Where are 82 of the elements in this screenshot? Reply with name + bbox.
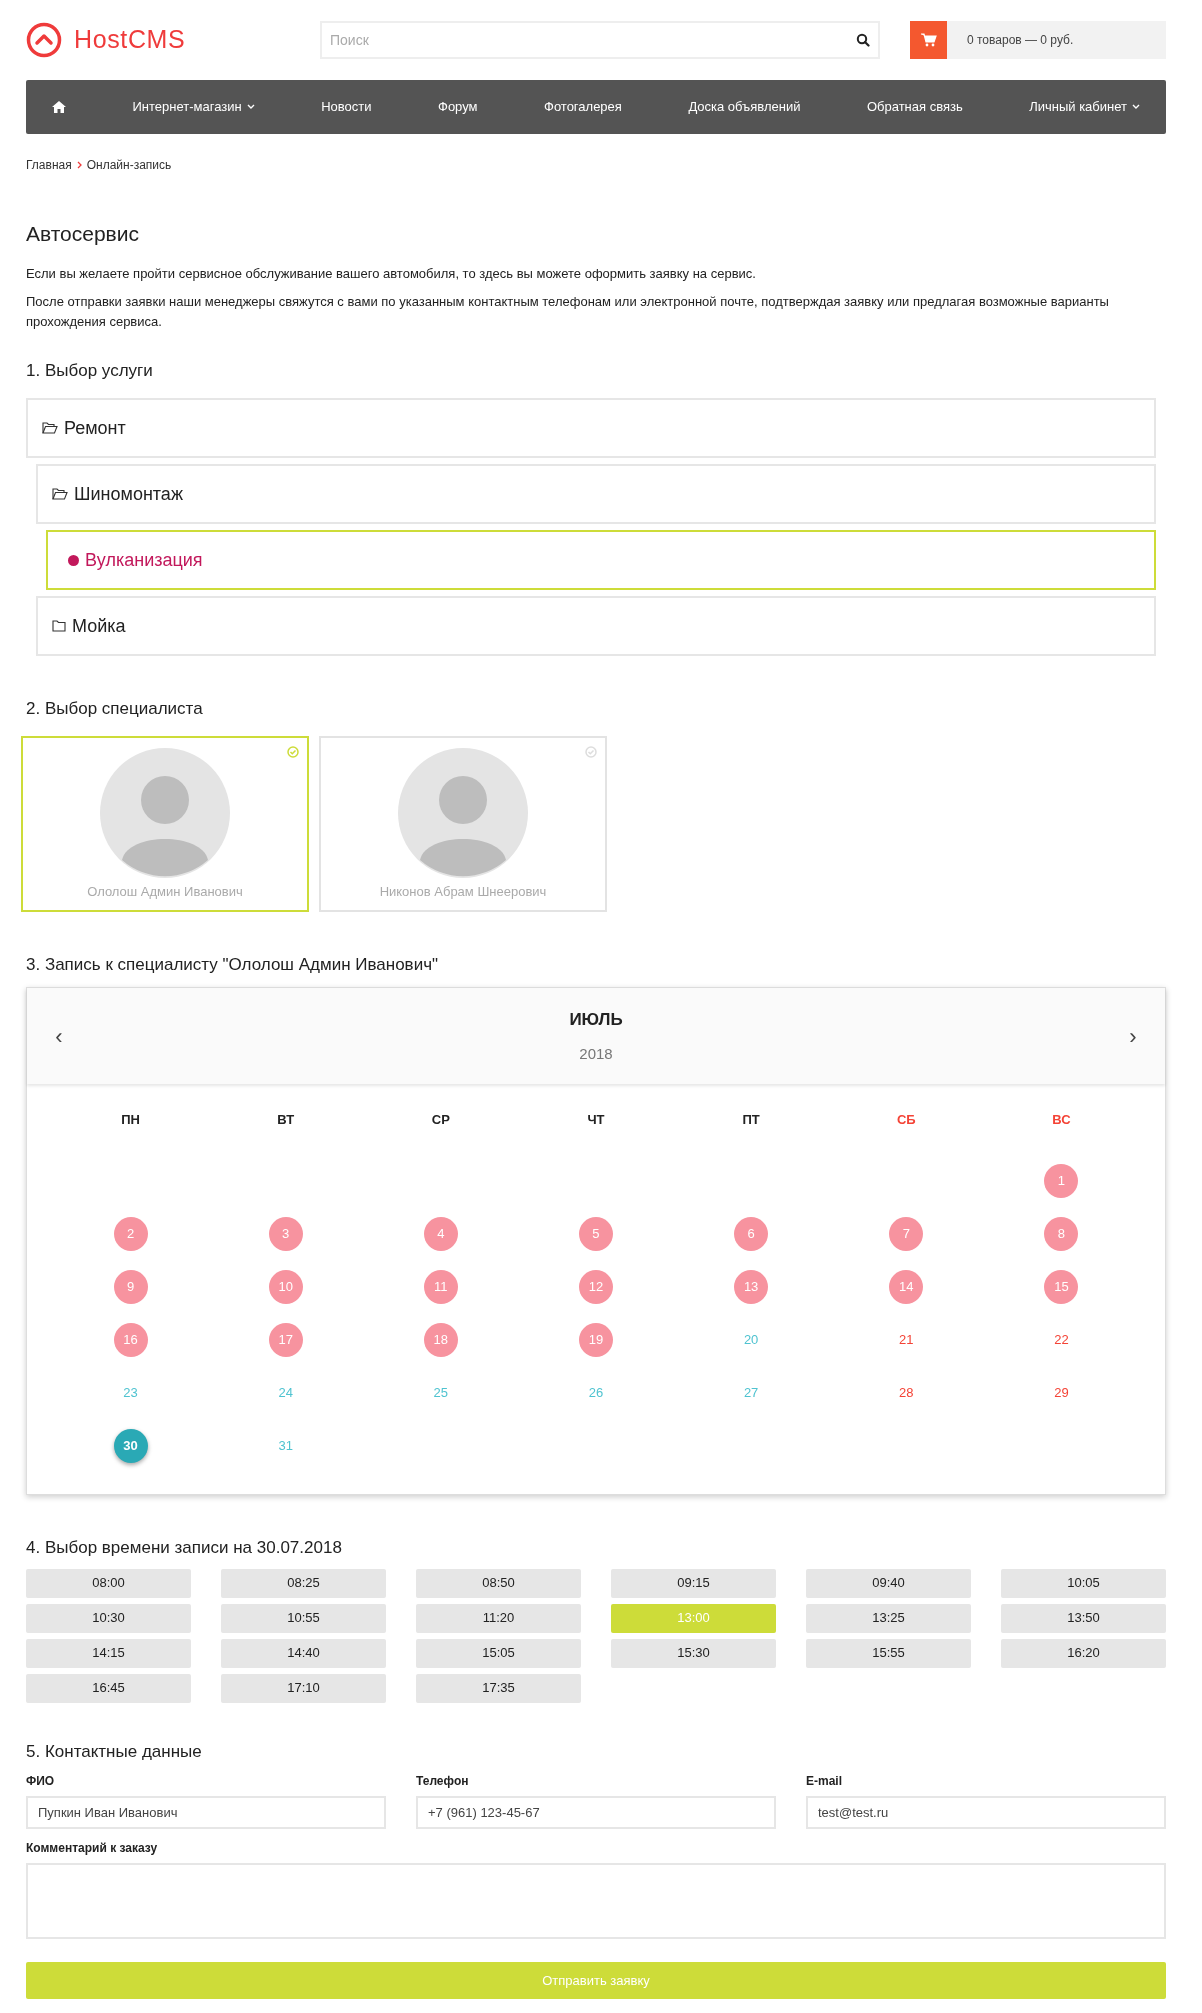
service-item[interactable]: Вулканизация bbox=[46, 530, 1156, 590]
section-heading: 2. Выбор специалиста bbox=[26, 698, 204, 720]
time-slot-button[interactable]: 14:15 bbox=[26, 1638, 191, 1668]
previous-month-button[interactable]: ‹ bbox=[49, 1019, 69, 1053]
field-label: Телефон bbox=[416, 1773, 470, 1790]
logo-icon bbox=[26, 22, 62, 58]
check-circle-icon bbox=[287, 745, 299, 758]
time-slot-button[interactable]: 14:40 bbox=[221, 1638, 386, 1668]
nav-link[interactable]: Форум bbox=[432, 93, 484, 121]
check-circle-icon bbox=[585, 745, 597, 758]
section-heading: 5. Контактные данные bbox=[26, 1740, 203, 1763]
page-title: Автосервис bbox=[26, 221, 140, 247]
nav-link[interactable]: Новости bbox=[315, 93, 378, 121]
input-field[interactable]: test@test.ru bbox=[806, 1796, 1166, 1829]
section-heading: 1. Выбор услуги bbox=[26, 359, 154, 382]
weekday-label: ПТ bbox=[742, 1111, 760, 1129]
service-item[interactable]: Шиномонтаж bbox=[36, 464, 1156, 524]
nav-link[interactable]: Интернет-магазин bbox=[126, 93, 261, 121]
time-slot-button[interactable]: 08:25 bbox=[221, 1568, 386, 1598]
chevron-right-icon bbox=[76, 161, 82, 169]
service-item[interactable]: Ремонт bbox=[26, 398, 1156, 458]
field-label: E-mail bbox=[806, 1773, 843, 1790]
cart-summary: 0 товаров — 0 руб. bbox=[967, 32, 1074, 49]
input-field[interactable]: +7 (961) 123-45-67 bbox=[416, 1796, 776, 1829]
home-icon bbox=[52, 101, 66, 113]
time-slot-button[interactable]: 10:55 bbox=[221, 1603, 386, 1633]
logo-text: HostCMS bbox=[74, 24, 186, 56]
time-slot-button[interactable]: 09:40 bbox=[806, 1568, 971, 1598]
time-slot-button[interactable]: 11:20 bbox=[416, 1603, 581, 1633]
search-icon[interactable] bbox=[856, 33, 870, 47]
cart-button[interactable] bbox=[910, 21, 947, 59]
calendar-day[interactable]: 29 bbox=[1044, 1375, 1079, 1410]
time-slot-button[interactable]: 15:30 bbox=[611, 1638, 776, 1668]
open-folder-icon bbox=[52, 488, 68, 500]
breadcrumb-link[interactable]: Онлайн-запись bbox=[86, 156, 172, 174]
folder-icon bbox=[52, 620, 66, 632]
nav-link[interactable]: Доска объявлений bbox=[682, 93, 807, 121]
time-slot-button[interactable]: 15:55 bbox=[806, 1638, 971, 1668]
input-field[interactable]: Пупкин Иван Иванович bbox=[26, 1796, 386, 1829]
service-item[interactable]: Мойка bbox=[36, 596, 1156, 656]
weekday-label: ПН bbox=[121, 1111, 140, 1129]
chevron-down-icon bbox=[1132, 104, 1140, 110]
time-slot-button[interactable]: 08:00 bbox=[26, 1568, 191, 1598]
nav-link[interactable]: Фотогалерея bbox=[538, 93, 628, 121]
time-slot-button[interactable]: 17:35 bbox=[416, 1673, 581, 1703]
time-slot-button[interactable]: 15:05 bbox=[416, 1638, 581, 1668]
section-heading: 3. Запись к специалисту "Ололош Админ Иванович" bbox=[26, 953, 440, 976]
intro-paragraph: Если вы желаете пройти сервисное обслуживание вашего автомобиля, то здесь вы можете оформить заявку на сервис. bbox=[26, 264, 757, 283]
time-slot-button[interactable]: 17:10 bbox=[221, 1673, 386, 1703]
weekday-label: ВТ bbox=[277, 1111, 295, 1129]
field-label: Комментарий к заказу bbox=[26, 1840, 159, 1857]
time-slot-button[interactable]: 10:30 bbox=[26, 1603, 191, 1633]
weekday-label: ВС bbox=[1052, 1111, 1071, 1129]
chevron-down-icon bbox=[246, 104, 255, 110]
month-name: ИЮЛЬ bbox=[569, 1009, 623, 1031]
next-month-button[interactable]: › bbox=[1123, 1019, 1143, 1053]
nav-link[interactable]: Обратная связь bbox=[860, 93, 969, 121]
weekday-label: ЧТ bbox=[587, 1111, 605, 1129]
time-slot-button[interactable]: 16:45 bbox=[26, 1673, 191, 1703]
calendar-day[interactable]: 22 bbox=[1044, 1322, 1079, 1357]
weekday-label: СР bbox=[431, 1111, 450, 1129]
time-slot-button[interactable]: 13:25 bbox=[806, 1603, 971, 1633]
time-slot-button[interactable]: 16:20 bbox=[1001, 1638, 1166, 1668]
specialist-name: Никонов Абрам Шнеерович bbox=[379, 882, 547, 901]
search-field[interactable]: Поиск bbox=[320, 21, 880, 59]
comment-field[interactable] bbox=[26, 1863, 1166, 1939]
cart-icon bbox=[920, 33, 937, 47]
time-slot-button[interactable]: 09:15 bbox=[611, 1568, 776, 1598]
breadcrumb-link[interactable]: Главная bbox=[26, 156, 72, 174]
section-heading: 4. Выбор времени записи на 30.07.2018 bbox=[26, 1537, 343, 1559]
specialist-name: Ололош Админ Иванович bbox=[87, 882, 243, 901]
nav-link[interactable]: Личный кабинет bbox=[1023, 93, 1146, 121]
year-label: 2018 bbox=[579, 1043, 613, 1064]
time-slot-button[interactable]: 13:50 bbox=[1001, 1603, 1166, 1633]
intro-paragraph: После отправки заявки наши менеджеры свяжутся с вами по указанным контактным телефонам или электронной почте, подтверждая заявку или предлагая возможные варианты прохождения сервиса. bbox=[26, 292, 1110, 331]
time-slot-button[interactable]: 08:50 bbox=[416, 1568, 581, 1598]
field-label: ФИО bbox=[26, 1773, 56, 1790]
calendar-day[interactable]: 21 bbox=[889, 1322, 924, 1357]
calendar-day[interactable]: 28 bbox=[889, 1375, 924, 1410]
weekday-label: СБ bbox=[896, 1111, 916, 1129]
open-folder-icon bbox=[42, 422, 58, 434]
time-slot-button[interactable]: 10:05 bbox=[1001, 1568, 1166, 1598]
